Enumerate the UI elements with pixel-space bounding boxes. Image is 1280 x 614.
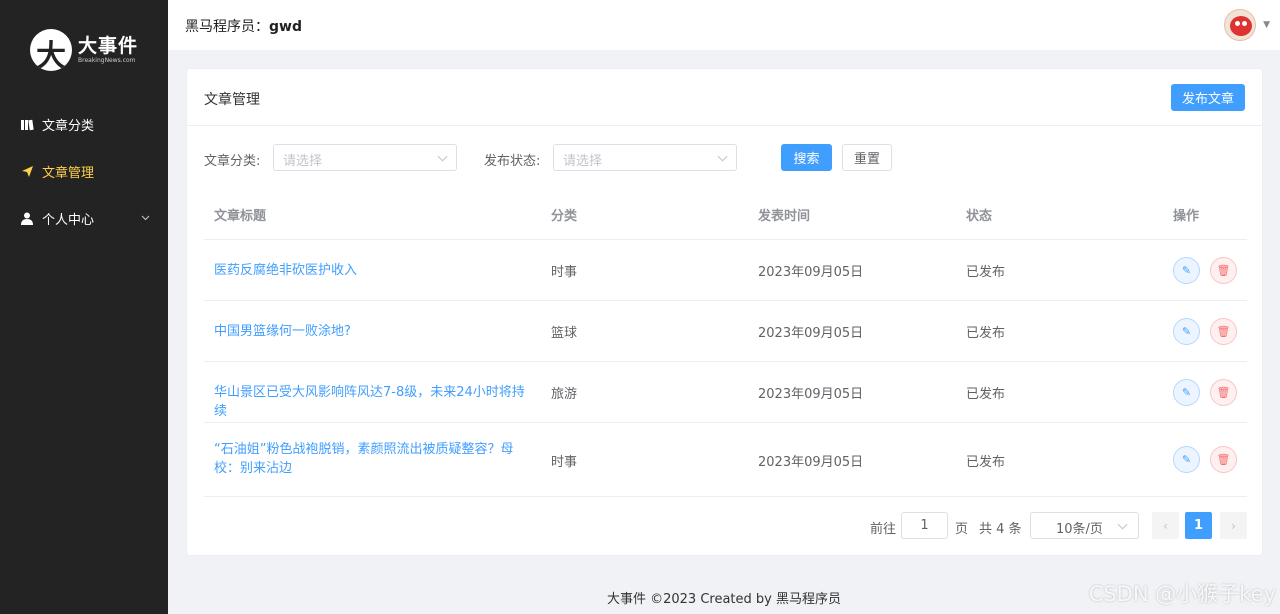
sidebar: 大事件 BreakingNews.com 文章分类 文章管理 个人中心 — [0, 0, 168, 614]
table-row: 华山景区已受大风影响阵风达7-8级，未来24小时将持续 旅游 2023年09月0… — [204, 362, 1247, 423]
page-size-select[interactable]: 10条/页 — [1030, 512, 1139, 539]
logo-title: 大事件 — [78, 35, 139, 57]
article-manage-card: 文章管理 发布文章 文章分类: 请选择 发布状态: 请选择 搜索 重置 文章标题… — [186, 68, 1263, 556]
page-input[interactable] — [901, 512, 948, 539]
user-icon — [20, 212, 34, 226]
search-button[interactable]: 搜索 — [781, 144, 832, 171]
trash-icon[interactable]: 🗑 — [1210, 318, 1237, 345]
table-header: 文章标题 分类 发表时间 状态 操作 — [204, 188, 1247, 240]
logo-subtitle: BreakingNews.com — [78, 57, 136, 64]
caret-down-icon[interactable]: ▼ — [1263, 20, 1270, 30]
article-title-link[interactable]: 中国男篮缘何一败涂地? — [214, 322, 524, 341]
article-category: 时事 — [551, 455, 578, 470]
reset-button[interactable]: 重置 — [842, 144, 892, 171]
column-header: 分类 — [551, 209, 578, 224]
card-header: 文章管理 发布文章 — [187, 69, 1262, 126]
top-header: 黑马程序员：gwd ▼ — [168, 0, 1280, 50]
column-header: 发表时间 — [758, 209, 811, 224]
article-time: 2023年09月05日 — [758, 387, 864, 402]
edit-icon[interactable]: ✎ — [1173, 318, 1200, 345]
prev-page-button[interactable]: ‹ — [1152, 512, 1179, 539]
article-status: 已发布 — [966, 265, 1006, 280]
page-unit-label: 页 — [955, 522, 969, 537]
category-label: 文章分类: — [204, 154, 261, 169]
sidebar-item-label: 文章管理 — [42, 166, 95, 181]
article-table: 文章标题 分类 发表时间 状态 操作 医药反腐绝非砍医护收入 时事 2023年0… — [204, 188, 1247, 497]
edit-icon[interactable]: ✎ — [1173, 257, 1200, 284]
total-count: 共 4 条 — [979, 522, 1022, 537]
avatar[interactable] — [1224, 9, 1256, 41]
article-title-link[interactable]: 华山景区已受大风影响阵风达7-8级，未来24小时将持续 — [214, 383, 534, 421]
edit-icon[interactable]: ✎ — [1173, 379, 1200, 406]
sidebar-item-article-category[interactable]: 文章分类 — [0, 101, 168, 148]
article-title-link[interactable]: “石油姐”粉色战袍脱销，素颜照流出被质疑整容？母校：别来沾边 — [214, 440, 524, 478]
article-time: 2023年09月05日 — [758, 455, 864, 470]
paper-plane-icon — [20, 165, 34, 179]
book-icon — [20, 118, 34, 132]
header-user-text: 黑马程序员：gwd — [185, 19, 302, 35]
next-page-button[interactable]: › — [1220, 512, 1247, 539]
table-row: 医药反腐绝非砍医护收入 时事 2023年09月05日 已发布 ✎ 🗑 — [204, 240, 1247, 301]
chevron-down-icon — [1117, 519, 1128, 530]
username: gwd — [269, 19, 302, 35]
page-title: 文章管理 — [204, 92, 260, 108]
article-category: 时事 — [551, 265, 578, 280]
filter-form: 文章分类: 请选择 发布状态: 请选择 搜索 重置 — [204, 144, 1244, 172]
chevron-down-icon — [141, 213, 150, 224]
page-number-button[interactable]: 1 — [1185, 512, 1212, 539]
sidebar-item-personal-center[interactable]: 个人中心 — [0, 195, 168, 242]
article-category: 旅游 — [551, 387, 578, 402]
article-status: 已发布 — [966, 387, 1006, 402]
edit-icon[interactable]: ✎ — [1173, 446, 1200, 473]
sidebar-menu: 文章分类 文章管理 个人中心 — [0, 101, 168, 242]
column-header: 状态 — [966, 209, 993, 224]
publish-article-button[interactable]: 发布文章 — [1171, 84, 1245, 111]
chevron-down-icon — [437, 151, 448, 162]
status-select[interactable]: 请选择 — [553, 144, 737, 171]
article-status: 已发布 — [966, 455, 1006, 470]
logo-icon — [30, 29, 72, 71]
trash-icon[interactable]: 🗑 — [1210, 257, 1237, 284]
article-title-link[interactable]: 医药反腐绝非砍医护收入 — [214, 261, 524, 280]
logo: 大事件 BreakingNews.com — [30, 26, 140, 74]
article-status: 已发布 — [966, 326, 1006, 341]
sidebar-item-label: 个人中心 — [42, 213, 95, 228]
article-time: 2023年09月05日 — [758, 265, 864, 280]
column-header: 文章标题 — [214, 209, 267, 224]
trash-icon[interactable]: 🗑 — [1210, 446, 1237, 473]
watermark: CSDN @小猴子key — [1088, 582, 1276, 606]
sidebar-item-label: 文章分类 — [42, 119, 95, 134]
article-category: 篮球 — [551, 326, 578, 341]
trash-icon[interactable]: 🗑 — [1210, 379, 1237, 406]
chevron-down-icon — [717, 151, 728, 162]
column-header: 操作 — [1173, 209, 1200, 224]
category-select[interactable]: 请选择 — [273, 144, 457, 171]
article-time: 2023年09月05日 — [758, 326, 864, 341]
status-label: 发布状态: — [484, 154, 541, 169]
table-row: “石油姐”粉色战袍脱销，素颜照流出被质疑整容？母校：别来沾边 时事 2023年0… — [204, 423, 1247, 497]
sidebar-item-article-manage[interactable]: 文章管理 — [0, 148, 168, 195]
pagination: 前往 页 共 4 条 10条/页 ‹ 1 › — [187, 512, 1264, 540]
goto-label: 前往 — [870, 522, 897, 537]
table-row: 中国男篮缘何一败涂地? 篮球 2023年09月05日 已发布 ✎ 🗑 — [204, 301, 1247, 362]
